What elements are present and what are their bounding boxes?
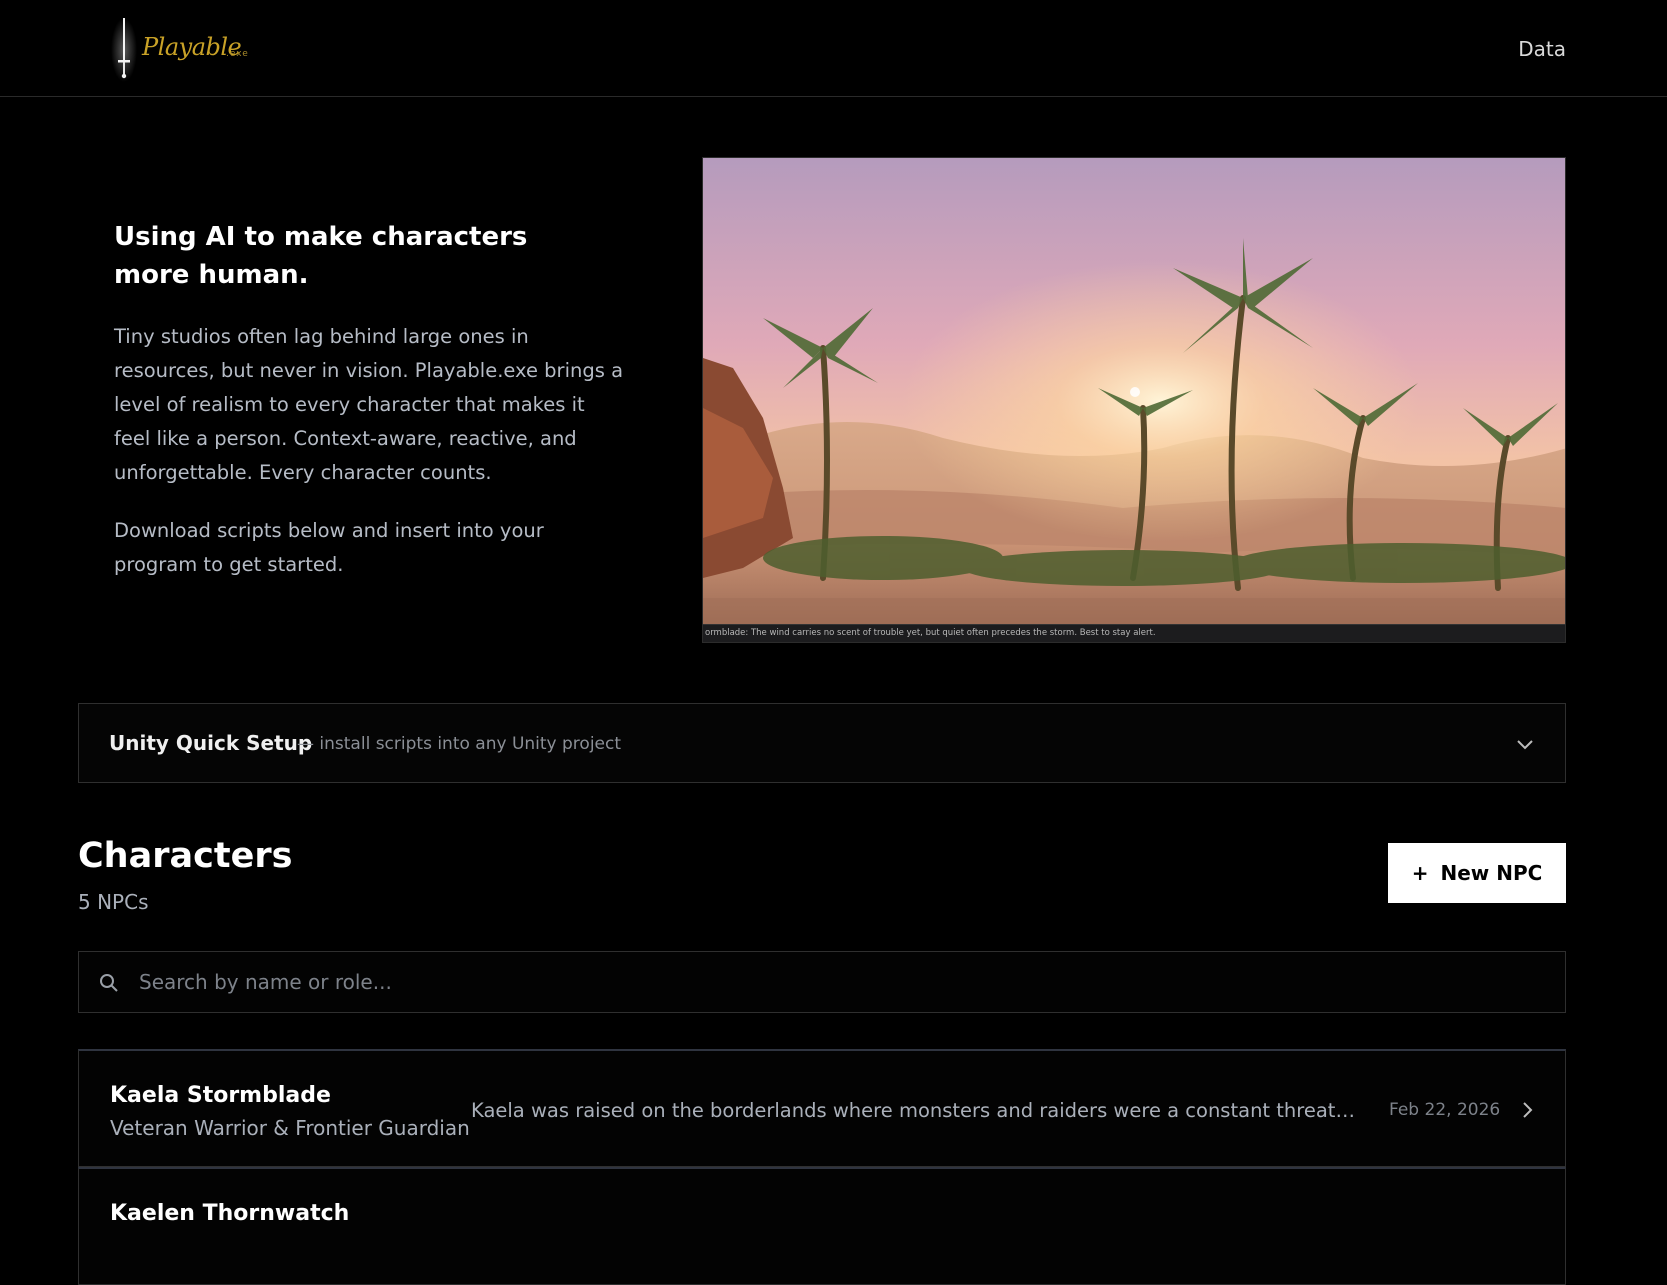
hero-screenshot: ormblade: The wind carries no scent of t…	[702, 157, 1566, 643]
new-npc-label: New NPC	[1440, 861, 1543, 885]
list-item[interactable]: Kaela Stormblade Veteran Warrior & Front…	[78, 1049, 1566, 1167]
new-npc-button[interactable]: + New NPC	[1388, 843, 1566, 903]
npc-description: Kaela was raised on the borderlands wher…	[471, 1099, 1361, 1122]
npc-list: Kaela Stormblade Veteran Warrior & Front…	[78, 1049, 1566, 1285]
accordion-subtitle: — install scripts into any Unity project	[297, 734, 622, 754]
chevron-right-icon	[1523, 1102, 1533, 1118]
site-header: Playable .exe Data	[0, 0, 1667, 97]
list-item[interactable]: Kaelen Thornwatch	[78, 1167, 1566, 1285]
search-icon	[100, 974, 118, 992]
npc-role: Veteran Warrior & Frontier Guardian	[110, 1116, 470, 1140]
accordion-title: Unity Quick Setup	[109, 731, 313, 755]
logo[interactable]: Playable .exe	[110, 14, 260, 82]
desert-oasis-scene	[703, 158, 1565, 626]
plus-icon: +	[1411, 861, 1429, 885]
npc-date: Feb 22, 2026	[1389, 1100, 1501, 1120]
hero-title: Using AI to make characters more human.	[114, 222, 528, 290]
search-input[interactable]	[139, 952, 1539, 1012]
chevron-down-icon[interactable]	[1515, 734, 1535, 754]
npc-count: 5 NPCs	[78, 890, 149, 914]
npc-name: Kaela Stormblade	[110, 1083, 331, 1108]
unity-quick-setup-accordion[interactable]: Unity Quick Setup — install scripts into…	[78, 703, 1566, 783]
hero-paragraph-cta: Download scripts below and insert into y…	[114, 519, 544, 576]
search-bar	[78, 951, 1566, 1013]
dialogue-subtitle: ormblade: The wind carries no scent of t…	[703, 624, 1565, 642]
nav-data-link[interactable]: Data	[1518, 37, 1566, 61]
characters-heading: Characters	[78, 836, 293, 876]
sword-icon	[111, 18, 137, 82]
logo-ext: .exe	[226, 49, 249, 59]
hero-paragraph: Tiny studios often lag behind large ones…	[114, 325, 624, 484]
npc-name: Kaelen Thornwatch	[110, 1201, 350, 1226]
